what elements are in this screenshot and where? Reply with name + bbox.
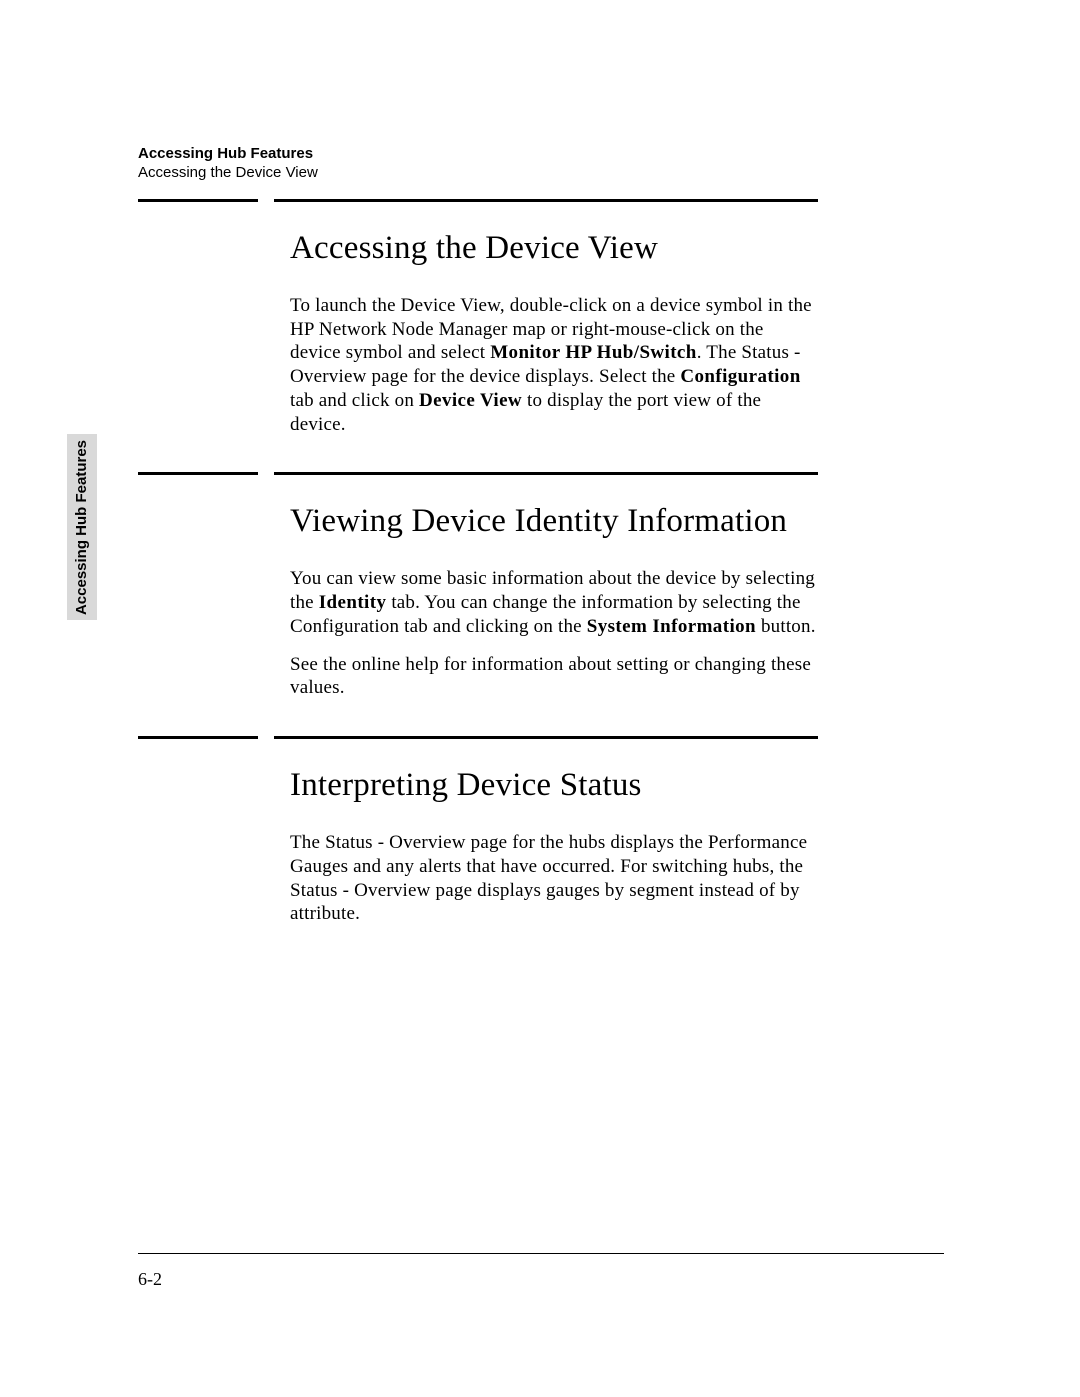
section-title: Interpreting Device Status [290, 767, 818, 805]
section-body: You can view some basic information abou… [290, 567, 818, 700]
section-body: The Status - Overview page for the hubs … [290, 831, 818, 926]
paragraph: To launch the Device View, double-click … [290, 294, 818, 437]
running-head-chapter: Accessing Hub Features [138, 145, 318, 164]
section-accessing-device-view: Accessing the Device View To launch the … [138, 199, 818, 436]
section-title: Viewing Device Identity Information [290, 503, 818, 541]
section-title: Accessing the Device View [290, 230, 818, 268]
section-interpreting-status: Interpreting Device Status The Status - … [138, 736, 818, 926]
running-head-section: Accessing the Device View [138, 164, 318, 183]
document-page: Accessing Hub Features Accessing the Dev… [0, 0, 1080, 1397]
page-number: 6-2 [138, 1269, 162, 1290]
paragraph: You can view some basic information abou… [290, 567, 818, 638]
running-head: Accessing Hub Features Accessing the Dev… [138, 145, 318, 183]
side-tab: Accessing Hub Features [67, 434, 97, 620]
section-body: To launch the Device View, double-click … [290, 294, 818, 437]
section-device-identity: Viewing Device Identity Information You … [138, 472, 818, 700]
section-rule [138, 472, 818, 475]
paragraph: See the online help for information abou… [290, 653, 818, 701]
section-rule [138, 736, 818, 739]
content-area: Accessing the Device View To launch the … [138, 199, 818, 962]
section-rule [138, 199, 818, 202]
footer-rule [138, 1253, 944, 1254]
paragraph: The Status - Overview page for the hubs … [290, 831, 818, 926]
side-tab-label: Accessing Hub Features [74, 439, 91, 614]
